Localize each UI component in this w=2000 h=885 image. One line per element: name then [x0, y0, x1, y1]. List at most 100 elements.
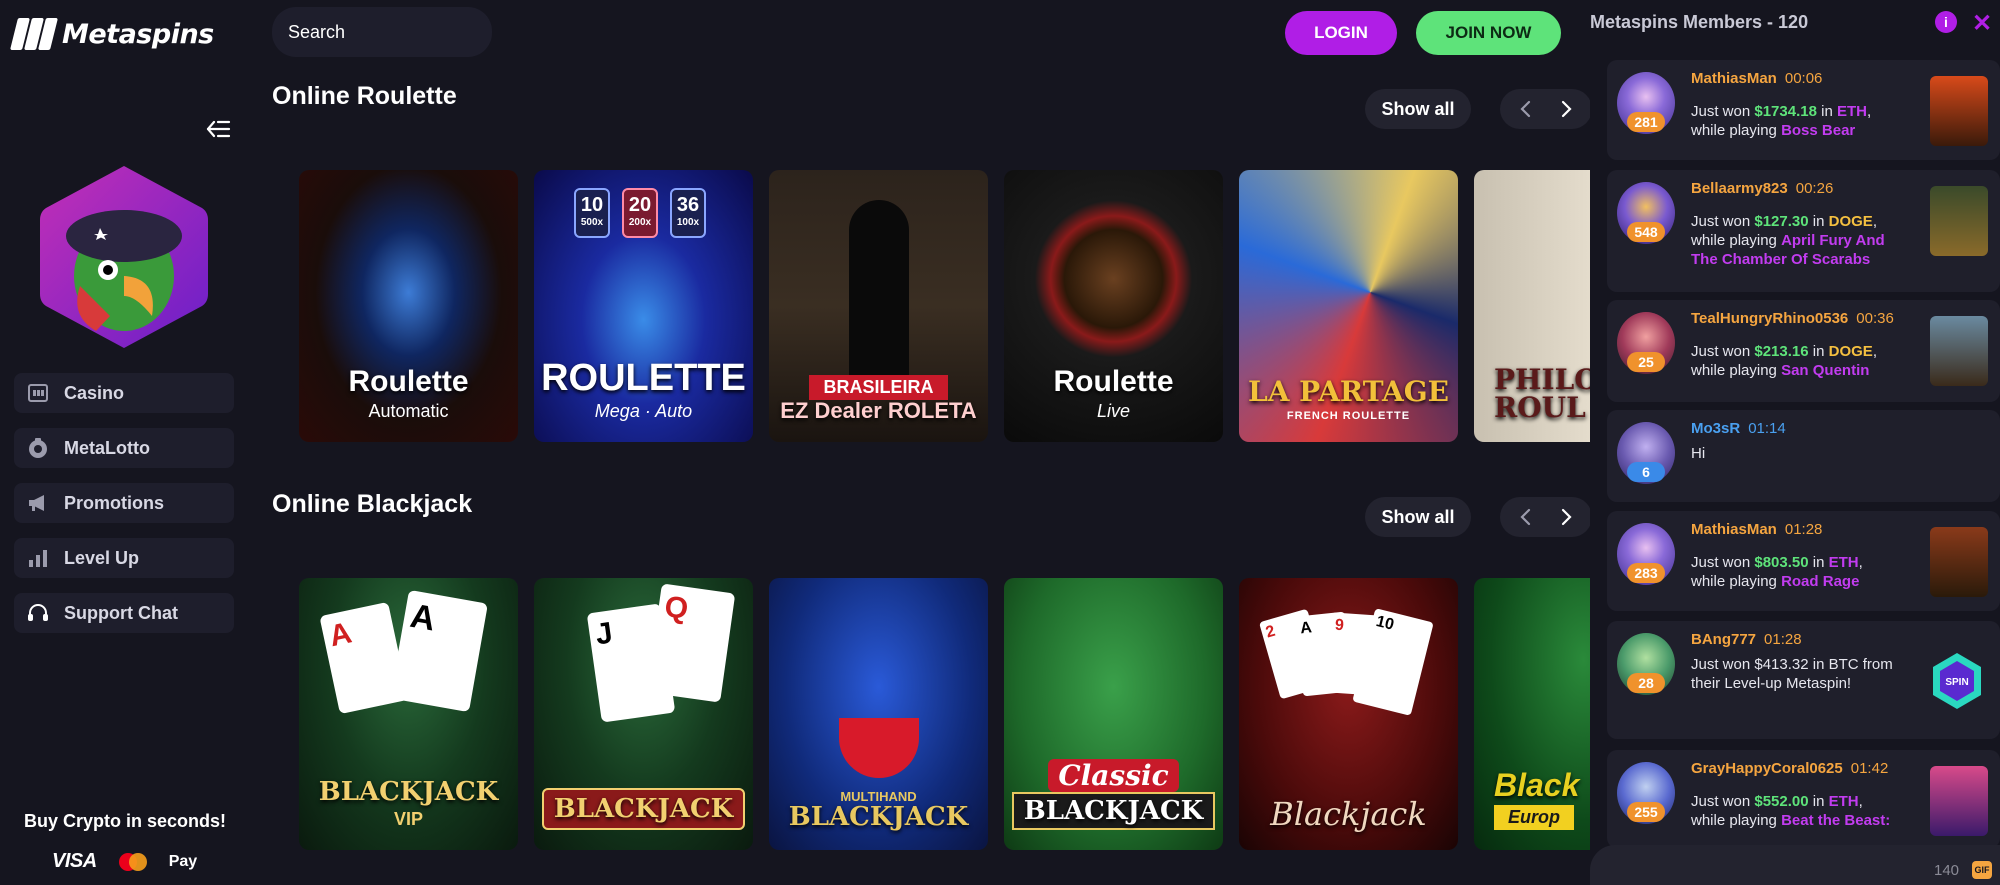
username[interactable]: TealHungryRhino0536 [1691, 310, 1848, 327]
message-time: 00:36 [1856, 310, 1894, 327]
join-now-button[interactable]: JOIN NOW [1416, 11, 1561, 55]
level-badge: 28 [1627, 673, 1665, 693]
game-title: Roulette [1053, 365, 1174, 398]
username[interactable]: BAng777 [1691, 631, 1756, 648]
game-title: EZ Dealer ROLETA [780, 398, 977, 423]
dealer-figure [849, 200, 909, 380]
message-time: 01:42 [1850, 760, 1889, 777]
message-header: TealHungryRhino0536 00:36 [1691, 310, 1894, 327]
game-tile-ez-dealer-roleta[interactable]: BRASILEIRA EZ Dealer ROLETA [769, 170, 988, 442]
game-subtitle: Europ [1494, 805, 1574, 830]
game-title: BLACKJACK [541, 788, 746, 830]
game-title: ROULETTE [541, 357, 746, 399]
game-tile-blackjack[interactable]: J Q BLACKJACK [534, 578, 753, 850]
chat-panel: Metaspins Members - 120 i ✕ 281 MathiasM… [1590, 0, 2000, 885]
sidebar-item-promotions[interactable]: Promotions [14, 483, 234, 523]
level-badge: 6 [1627, 462, 1665, 482]
game-thumbnail[interactable] [1930, 76, 1988, 146]
chevron-left-icon[interactable] [1511, 94, 1541, 124]
card-fan: 2 A 9 10 [1258, 608, 1434, 716]
game-tile-roulette-live[interactable]: Roulette Live [1004, 170, 1223, 442]
blackjack-games-row: A A BLACKJACK VIP J Q BLACKJACK MULTIHAN… [299, 578, 1590, 850]
level-badge: 281 [1627, 112, 1665, 132]
game-thumbnail[interactable] [1930, 766, 1988, 836]
message-time: 00:06 [1784, 70, 1823, 87]
game-subtitle: Classic [1048, 759, 1179, 792]
game-link[interactable]: Boss Bear [1781, 122, 1855, 139]
username[interactable]: MathiasMan [1691, 521, 1777, 538]
login-button[interactable]: LOGIN [1285, 11, 1397, 55]
game-subtitle: Live [1096, 401, 1131, 421]
game-title: BLACKJACK [318, 777, 499, 807]
heart-shape [839, 718, 919, 778]
headset-icon [28, 604, 48, 621]
game-title: Blackjack [1270, 795, 1427, 833]
sidebar-item-label: Promotions [64, 492, 165, 513]
game-tile-multihand-blackjack[interactable]: MULTIHAND BLACKJACK [769, 578, 988, 850]
chat-message: 255 GrayHappyCoral0625 01:42 Just won $55… [1607, 750, 2000, 848]
message-body: Just won $213.16 in DOGE, while playing S… [1691, 343, 1877, 379]
pirate-parrot-avatar [40, 166, 208, 348]
game-thumbnail[interactable] [1930, 527, 1988, 597]
game-tile-mega-roulette-auto[interactable]: 10 500x 20 200x 36 100x ROULETTE Mega · Aut… [534, 170, 753, 442]
sidebar-item-level-up[interactable]: Level Up [14, 538, 234, 578]
message-header: BAng777 01:28 [1691, 631, 1802, 648]
sidebar-item-support-chat[interactable]: Support Chat [14, 593, 234, 633]
message-time: 01:14 [1748, 420, 1786, 437]
payment-methods: VISA Pay [52, 850, 197, 873]
multiplier-tag: 20 200x [622, 188, 658, 238]
game-subtitle: VIP [393, 809, 423, 829]
playing-card: Q [646, 583, 736, 703]
game-tile-la-partage[interactable]: LA PARTAGE FRENCH ROULETTE [1239, 170, 1458, 442]
chat-message: 283 MathiasMan 01:28 Just won $803.50 in … [1607, 511, 2000, 611]
search-input[interactable] [288, 21, 520, 43]
game-thumbnail[interactable] [1930, 186, 1988, 256]
username[interactable]: Bellaarmy823 [1691, 180, 1788, 197]
multiplier-tags: 10 500x 20 200x 36 100x [574, 188, 706, 238]
sidebar-item-label: MetaLotto [64, 437, 150, 458]
message-time: 01:28 [1764, 631, 1802, 648]
close-icon[interactable]: ✕ [1972, 9, 1992, 38]
game-tile-blackjack-european[interactable]: Black Europ [1474, 578, 1590, 850]
gif-button[interactable]: GIF [1972, 861, 1992, 879]
chat-message: 6 Mo3sR 01:14 Hi [1607, 410, 2000, 502]
game-link[interactable]: Beat the Beast: [1781, 812, 1890, 829]
game-tile-classic-blackjack[interactable]: Classic BLACKJACK [1004, 578, 1223, 850]
casino-icon [28, 384, 48, 402]
level-badge: 283 [1627, 563, 1665, 583]
info-icon[interactable]: i [1935, 11, 1957, 33]
game-link[interactable]: San Quentin [1781, 362, 1869, 379]
username[interactable]: MathiasMan [1691, 70, 1777, 87]
message-body: Just won $1734.18 in ETH, while playing B… [1691, 103, 1872, 139]
game-tile-blackjack-classic-red[interactable]: 2 A 9 10 Blackjack [1239, 578, 1458, 850]
multiplier-tag: 36 100x [670, 188, 706, 238]
game-link[interactable]: Road Rage [1781, 573, 1859, 590]
chevron-right-icon[interactable] [1551, 94, 1581, 124]
chevron-left-icon[interactable] [1511, 502, 1541, 532]
game-tile-roulette-automatic[interactable]: Roulette Automatic [299, 170, 518, 442]
show-all-blackjack-button[interactable]: Show all [1365, 497, 1471, 537]
sidebar-item-label: Support Chat [64, 602, 178, 623]
sidebar-item-metalotto[interactable]: MetaLotto [14, 428, 234, 468]
level-badge: 255 [1627, 802, 1665, 822]
sidebar-item-casino[interactable]: Casino [14, 373, 234, 413]
char-count: 140 [1934, 862, 1960, 879]
game-subtitle: FRENCH ROULETTE [1286, 410, 1411, 422]
show-all-roulette-button[interactable]: Show all [1365, 89, 1471, 129]
collapse-sidebar-icon[interactable] [205, 116, 231, 142]
username[interactable]: GrayHappyCoral0625 [1691, 760, 1843, 777]
chevron-right-icon[interactable] [1551, 502, 1581, 532]
game-tile-blackjack-vip[interactable]: A A BLACKJACK VIP [299, 578, 518, 850]
buy-crypto-text[interactable]: Buy Crypto in seconds! [0, 811, 250, 832]
roulette-carousel-nav [1500, 89, 1592, 129]
main-nav: Casino MetaLotto Promotions Level Up Sup… [14, 373, 234, 648]
multiplier-tag: 10 500x [574, 188, 610, 238]
search-bar[interactable] [272, 7, 520, 57]
spin-token-icon[interactable]: SPIN [1929, 651, 1985, 711]
game-thumbnail[interactable] [1930, 316, 1988, 386]
logo[interactable]: Metaspins [10, 18, 214, 50]
username[interactable]: Mo3sR [1691, 420, 1740, 437]
message-header: Bellaarmy823 00:26 [1691, 180, 1833, 197]
svg-text:SPIN: SPIN [1945, 677, 1968, 688]
game-tile-philosopher-roulette[interactable]: PHILOSO ROUL [1474, 170, 1590, 442]
